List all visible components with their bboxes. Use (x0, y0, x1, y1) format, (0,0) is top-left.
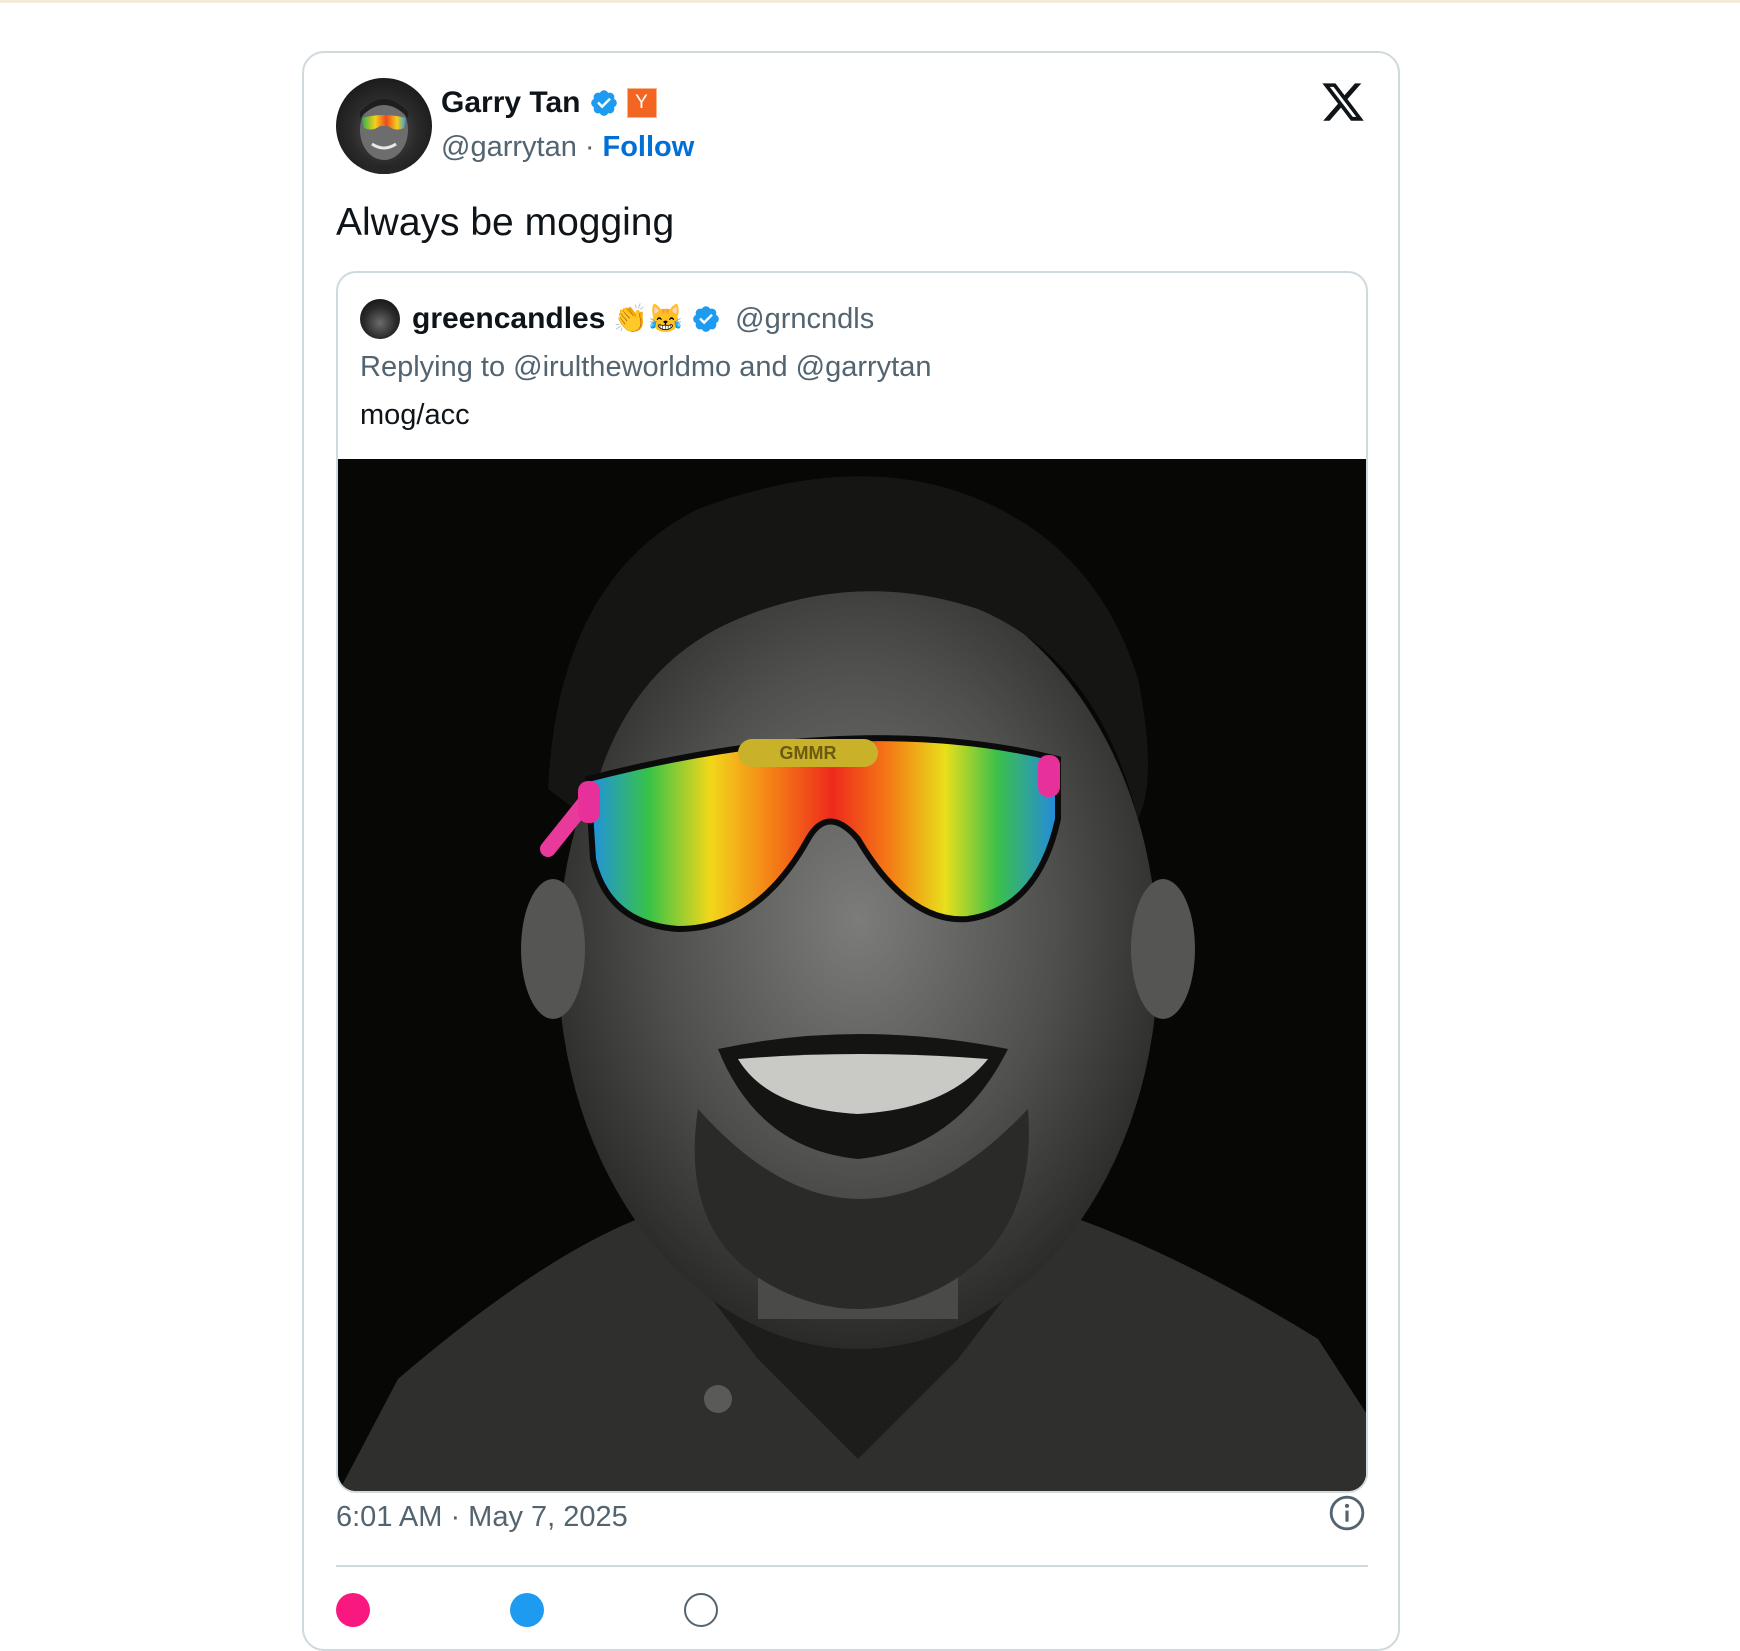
quoted-author-handle: @grncndls (735, 302, 875, 335)
x-logo-icon[interactable] (1320, 79, 1366, 125)
divider (336, 1565, 1368, 1567)
tweet-text: Always be mogging (336, 201, 675, 244)
quoted-author-name: greencandles (412, 302, 606, 335)
quoted-author-avatar (360, 299, 400, 339)
author-name[interactable]: Garry Tan (441, 86, 581, 120)
link-icon[interactable] (684, 1593, 718, 1627)
quoted-tweet-header: greencandles 👏😹 @grncndls (360, 297, 874, 341)
like-icon[interactable] (336, 1593, 370, 1627)
author-handle-row: @garrytan · Follow (441, 127, 694, 167)
quoted-author-emoji: 👏😹 (613, 303, 684, 334)
quoted-tweet-image[interactable]: GMMR (338, 459, 1366, 1491)
glasses-brand-label: GMMR (780, 743, 837, 763)
separator: · (584, 130, 595, 163)
author-avatar[interactable] (336, 78, 432, 174)
author-handle[interactable]: @garrytan (441, 131, 577, 164)
info-icon[interactable] (1328, 1494, 1366, 1532)
tweet-card[interactable]: Garry Tan Y @garrytan · Follow Always be… (302, 51, 1400, 1651)
quoted-reply-to: Replying to @irultheworldmo and @garryta… (360, 351, 932, 383)
tweet-timestamp[interactable]: 6:01 AM · May 7, 2025 (336, 1501, 628, 1534)
quoted-tweet-text: mog/acc (360, 399, 470, 431)
author-name-row: Garry Tan Y (441, 83, 657, 123)
reply-icon[interactable] (510, 1593, 544, 1627)
action-bar (336, 1593, 718, 1627)
quoted-verified-badge-icon (691, 304, 721, 334)
follow-button[interactable]: Follow (603, 131, 695, 164)
top-border (0, 0, 1740, 3)
quoted-tweet[interactable]: greencandles 👏😹 @grncndls Replying to @i… (336, 271, 1368, 1493)
affiliate-badge-icon: Y (626, 88, 657, 118)
verified-badge-icon (589, 88, 619, 118)
